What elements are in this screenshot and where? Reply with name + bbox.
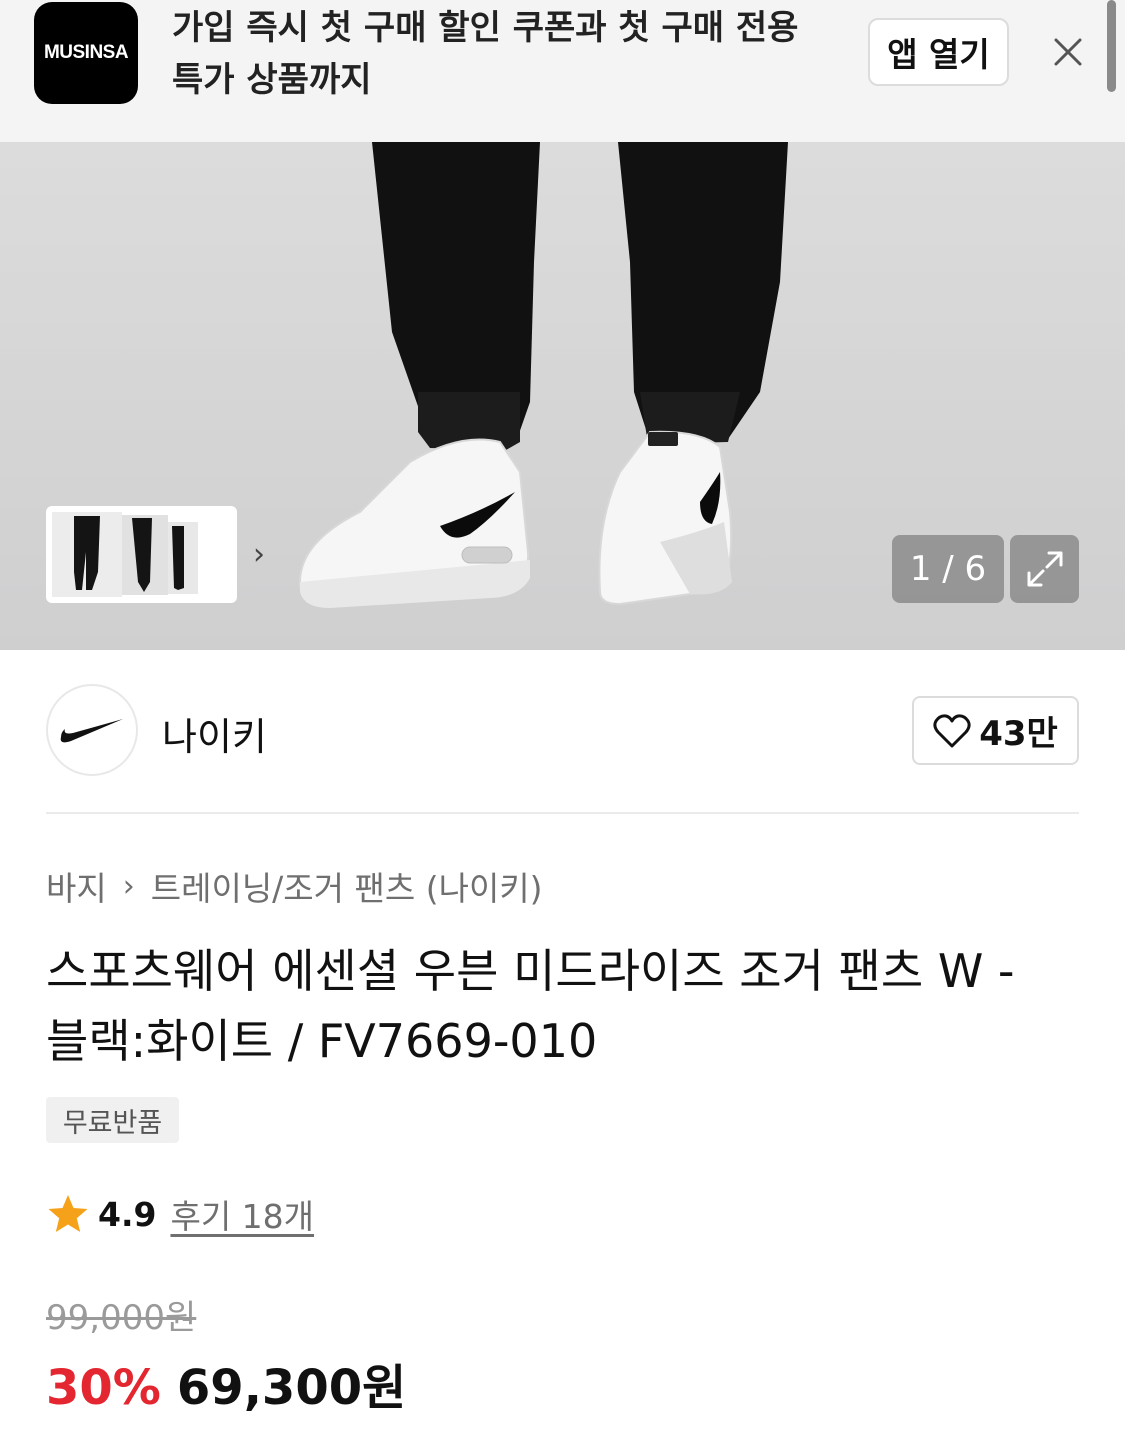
product-title-line-1: 스포츠웨어 에센셜 우븐 미드라이즈 조거 팬츠 W - xyxy=(46,944,1015,998)
rating-row: 4.9 후기 18개 xyxy=(46,1190,314,1238)
breadcrumb: 바지 › 트레이닝/조거 팬츠 (나이키) xyxy=(46,862,543,910)
thumbnail-strip[interactable]: › xyxy=(46,506,265,603)
musinsa-logo: MUSINSA xyxy=(34,2,138,104)
nike-swoosh-icon xyxy=(60,719,123,743)
sale-price: 69,300원 xyxy=(176,1360,407,1416)
like-count: 43만 xyxy=(979,714,1058,754)
like-button[interactable]: 43만 xyxy=(912,696,1079,765)
scrollbar[interactable] xyxy=(1107,0,1116,92)
product-title: 스포츠웨어 에센셜 우븐 미드라이즈 조거 팬츠 W - 블랙:화이트 / FV… xyxy=(46,936,1086,1076)
discount-rate: 30% xyxy=(46,1360,161,1416)
chevron-right-icon[interactable]: › xyxy=(244,536,274,572)
banner-message: 가입 즉시 첫 구매 할인 쿠폰과 첫 구매 전용 특가 상품까지 xyxy=(172,2,822,106)
image-page-counter: 1 / 6 xyxy=(892,535,1004,603)
product-title-line-2: 블랙:화이트 / FV7669-010 xyxy=(46,1014,598,1068)
breadcrumb-subcategory[interactable]: 트레이닝/조거 팬츠 (나이키) xyxy=(151,862,543,910)
app-install-banner: MUSINSA 가입 즉시 첫 구매 할인 쿠폰과 첫 구매 전용 특가 상품까… xyxy=(0,0,1125,142)
close-icon[interactable] xyxy=(1046,30,1090,74)
heart-icon xyxy=(933,713,971,747)
price-row: 30% 69,300원 xyxy=(46,1348,406,1418)
banner-line-2: 특가 상품까지 xyxy=(172,60,372,100)
review-link[interactable]: 후기 18개 xyxy=(170,1190,314,1238)
product-image-gallery[interactable]: › 1 / 6 xyxy=(0,142,1125,650)
free-return-badge: 무료반품 xyxy=(46,1097,179,1143)
breadcrumb-category[interactable]: 바지 xyxy=(46,862,107,910)
banner-line-1: 가입 즉시 첫 구매 할인 쿠폰과 첫 구매 전용 xyxy=(172,8,799,48)
divider xyxy=(46,812,1079,814)
expand-icon[interactable] xyxy=(1010,535,1079,603)
star-icon xyxy=(48,1195,88,1232)
rating-value: 4.9 xyxy=(98,1194,157,1234)
thumbnail-image[interactable] xyxy=(52,512,202,597)
original-price: 99,000원 xyxy=(46,1298,197,1338)
brand-name[interactable]: 나이키 xyxy=(162,706,267,761)
open-app-button[interactable]: 앱 열기 xyxy=(868,18,1009,86)
chevron-right-icon: › xyxy=(122,868,135,904)
brand-logo[interactable] xyxy=(46,684,138,776)
